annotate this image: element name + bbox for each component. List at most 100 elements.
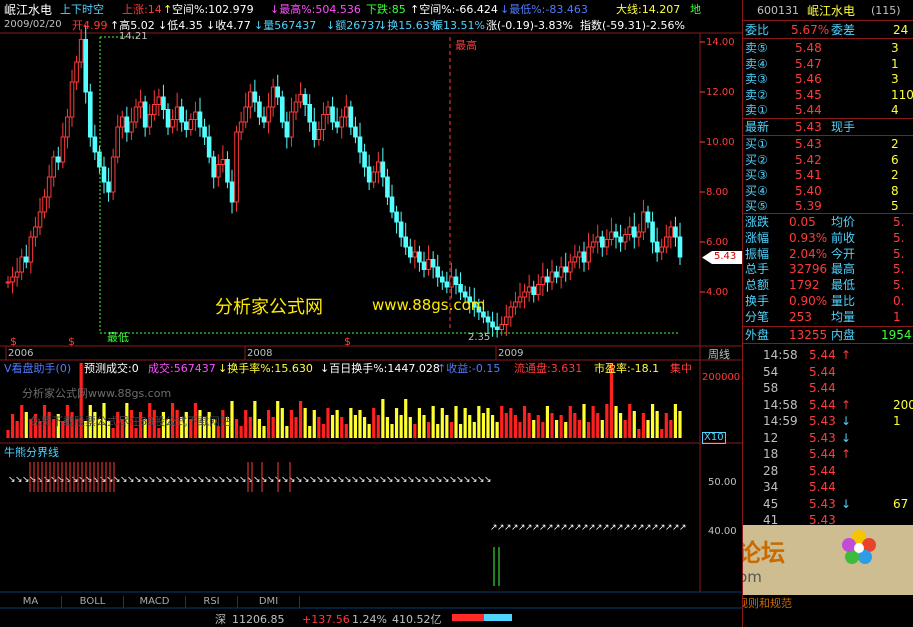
stat-row: 分笔 253 均量 1	[743, 309, 913, 325]
kline-body	[257, 101, 262, 118]
status-pct: 1.24%	[352, 613, 387, 626]
weibi-label: 委比	[745, 23, 770, 37]
price-tick: 10.00	[706, 137, 735, 148]
stat-row: 振幅 2.04% 今开 5.	[743, 246, 913, 262]
kline-body	[261, 116, 267, 123]
kline-body	[183, 121, 189, 130]
kline-body	[156, 96, 162, 105]
tick-arrow: ↑	[841, 348, 852, 362]
volume-scale-top: 200000	[702, 372, 741, 383]
volume-bar	[541, 422, 545, 438]
kline-body	[522, 291, 527, 298]
volume-bar	[545, 406, 550, 438]
period-button[interactable]: 周线	[708, 349, 730, 360]
volume-bar	[550, 413, 554, 438]
sell-label: 卖②	[745, 87, 768, 102]
kline-body	[458, 284, 463, 293]
volume-bar	[335, 410, 339, 438]
volume-bar	[24, 412, 28, 438]
tab-dmi[interactable]: DMI	[238, 596, 300, 608]
stat-value: 0.	[893, 294, 905, 308]
stat-label: 最高	[831, 262, 856, 277]
extra-label: 地	[690, 3, 701, 16]
volume-bar	[253, 401, 257, 438]
kline-body	[508, 306, 514, 318]
volume-bar	[317, 417, 321, 438]
volume-bar	[463, 408, 467, 438]
volume-bar	[244, 410, 248, 438]
buy-label: 买②	[745, 152, 768, 167]
kline-body	[526, 286, 532, 293]
kline-body	[202, 126, 207, 138]
max-down: ↓最低%:-83.463	[500, 3, 588, 16]
tab-ma[interactable]: MA	[0, 596, 62, 608]
kline-body	[311, 121, 317, 140]
chart-area[interactable]: $ $ $ ↘ ↘ ↘ ↘ ↘ ↘ ↘ ↘ ↘ ↘ ↘ ↘ ↘ ↘ ↘ ↘ ↘ ↘ ↘ ↘ ↘ ↘ ↘ ↘ ↘ ↘ ↘ ↘ ↘ ↘ ↘ ↘ ↘ ↘ ↘ ↘ ↘…	[0, 0, 742, 627]
volume-bar	[632, 411, 636, 438]
focus-label: 集中	[670, 362, 692, 375]
bar-date: 2009/02/20	[4, 19, 62, 30]
stat-label: 总手	[745, 262, 770, 277]
buy-volume: 8	[891, 183, 899, 198]
volume-bar	[673, 404, 678, 438]
volume-bar	[280, 408, 284, 438]
stat-label: 振幅	[745, 246, 770, 261]
volume-bar	[285, 426, 289, 438]
buy-row: 买④ 5.40 8	[743, 183, 913, 199]
status-change: +137.56	[302, 613, 350, 626]
volume-bar	[600, 420, 604, 438]
kline-body	[558, 266, 564, 278]
kline-body	[403, 236, 409, 248]
buy-volume: 2	[891, 168, 899, 182]
kline-body	[535, 284, 541, 295]
divider	[743, 38, 913, 39]
kline-body	[641, 211, 646, 233]
bar-high: ↑高5.02	[110, 19, 155, 32]
tick-time: 41	[763, 513, 779, 527]
inner-label: 内盘	[831, 328, 856, 342]
volume-bar	[289, 410, 294, 438]
mode-label: 上下时空	[60, 3, 104, 16]
tab-rsi[interactable]: RSI	[186, 596, 238, 608]
stat-label: 总额	[745, 278, 770, 293]
volume-bar	[266, 410, 271, 438]
volume-bar	[381, 399, 385, 438]
kline-svg[interactable]: $ $ $↘ ↘ ↘ ↘ ↘ ↘ ↘ ↘ ↘ ↘ ↘ ↘ ↘ ↘ ↘ ↘ ↘ ↘ ↘ ↘ ↘ ↘ ↘ ↘ ↘ ↘ ↘ ↘ ↘ ↘ ↘ ↘ ↘ ↘ ↘ ↘ ↘…	[0, 0, 742, 627]
kline-body	[124, 116, 130, 133]
kline-body	[622, 234, 628, 243]
tick-row: 28 5.44	[743, 463, 913, 479]
kline-body	[654, 241, 660, 253]
kline-body	[572, 256, 578, 263]
tick-time: 45	[763, 496, 779, 511]
tick-row: 14:58 5.44 ↑ 200	[743, 397, 913, 413]
high-value: 14.21	[119, 31, 148, 42]
volume-bar	[445, 415, 449, 438]
volume-bar	[385, 417, 390, 438]
kline-body	[115, 126, 121, 158]
buy-label: 买④	[745, 183, 768, 198]
kline-body	[673, 226, 678, 238]
volume-bar	[239, 426, 243, 438]
tick-time: 34	[763, 480, 779, 494]
tick-time: 12	[763, 430, 779, 445]
sell-volume: 3	[891, 72, 899, 86]
kline-body	[343, 106, 349, 118]
kline-body	[517, 296, 523, 303]
kline-body	[357, 136, 363, 153]
volume-bar	[660, 429, 664, 438]
kline-body	[151, 104, 157, 115]
sell-label: 卖①	[745, 103, 768, 117]
tab-boll[interactable]: BOLL	[62, 596, 124, 608]
kline-body	[549, 271, 555, 283]
inner-value: 1954	[881, 328, 912, 342]
kline-body	[142, 101, 148, 128]
tab-macd[interactable]: MACD	[124, 596, 186, 608]
kline-body	[289, 111, 294, 138]
stat-value: 5.	[893, 230, 905, 245]
stat-label: 换手	[745, 294, 770, 308]
sell-label: 卖④	[745, 56, 768, 71]
kline-body	[215, 164, 221, 178]
kline-body	[129, 121, 134, 133]
stat-label: 涨跌	[745, 215, 770, 229]
trend-arrow-mark: ↘	[484, 475, 492, 485]
